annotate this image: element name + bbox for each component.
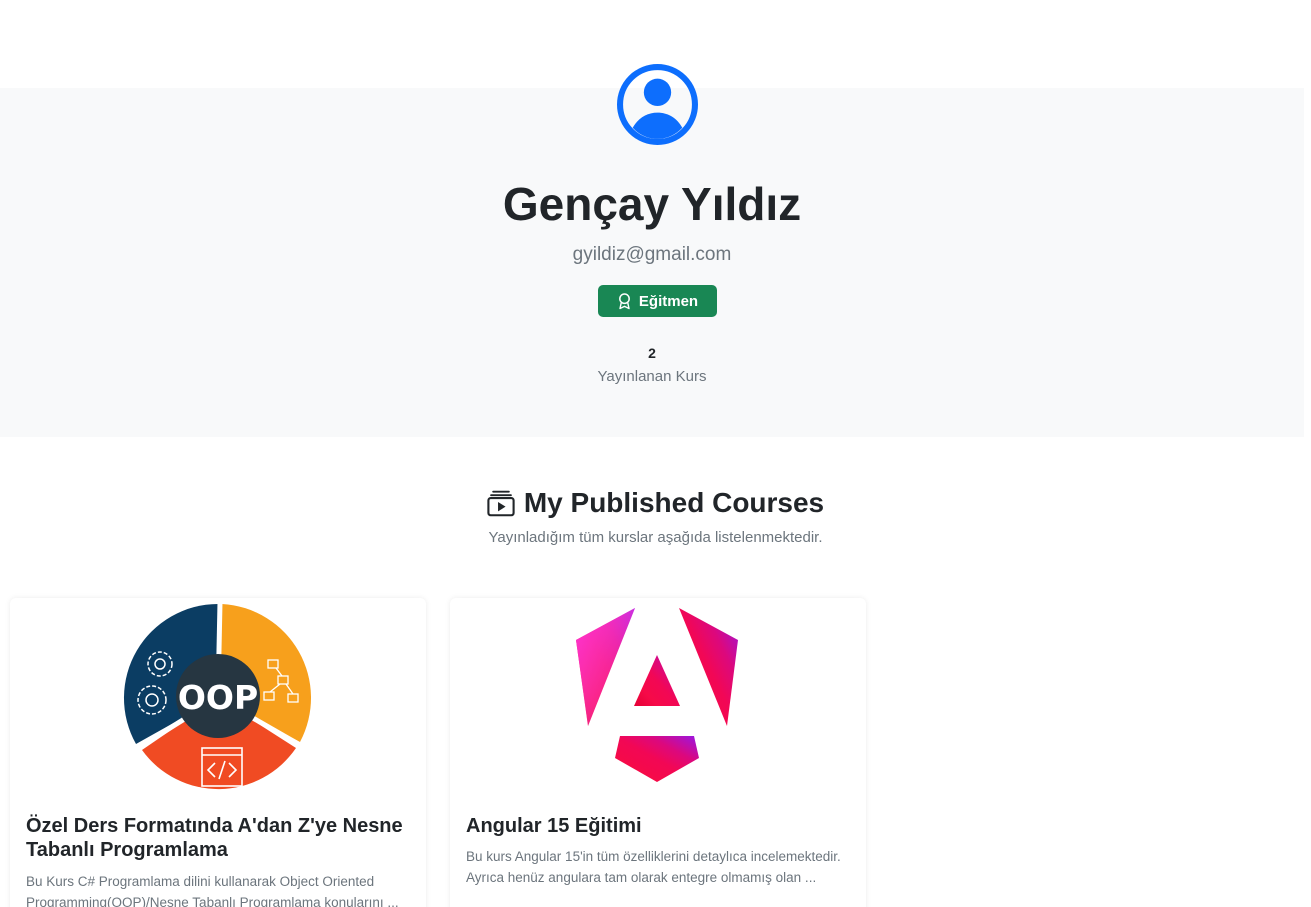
- published-count-label: Yayınlanan Kurs: [597, 368, 707, 385]
- course-card[interactable]: OOP Özel Ders Formatında A'dan Z'ye Nesn…: [10, 598, 426, 907]
- award-icon: [618, 292, 630, 309]
- course-card[interactable]: A Angular 15 Eğitimi Bu kurs Angular 15'…: [450, 598, 866, 907]
- course-image-label: A: [573, 608, 574, 609]
- published-count: 2: [648, 345, 656, 361]
- course-title[interactable]: Angular 15 Eğitimi: [466, 814, 846, 838]
- course-image-angular[interactable]: A: [450, 598, 866, 798]
- course-image-label: OOP: [178, 678, 258, 717]
- course-title[interactable]: Özel Ders Formatında A'dan Z'ye Nesne Ta…: [26, 814, 406, 862]
- profile-email: gyildiz@gmail.com: [572, 244, 732, 265]
- role-badge: Eğitmen: [598, 285, 717, 317]
- course-image-oop[interactable]: OOP: [10, 598, 426, 798]
- course-description: Bu Kurs C# Programlama dilini kullanarak…: [26, 874, 399, 907]
- collection-play-icon: [487, 490, 515, 517]
- courses-section-title-text: My Published Courses: [523, 487, 825, 518]
- course-description: Bu kurs Angular 15'in tüm özelliklerini …: [466, 849, 841, 885]
- person-circle-icon: [617, 64, 698, 145]
- courses-section-subtitle: Yayınladığım tüm kurslar aşağıda listele…: [488, 529, 823, 546]
- profile-name: Gençay Yıldız: [502, 178, 802, 230]
- profile-header: Gençay Yıldız gyildiz@gmail.com Eğitmen …: [0, 64, 1304, 437]
- courses-section-title: My Published Courses: [0, 486, 1311, 520]
- role-badge-label: Eğitmen: [638, 292, 699, 310]
